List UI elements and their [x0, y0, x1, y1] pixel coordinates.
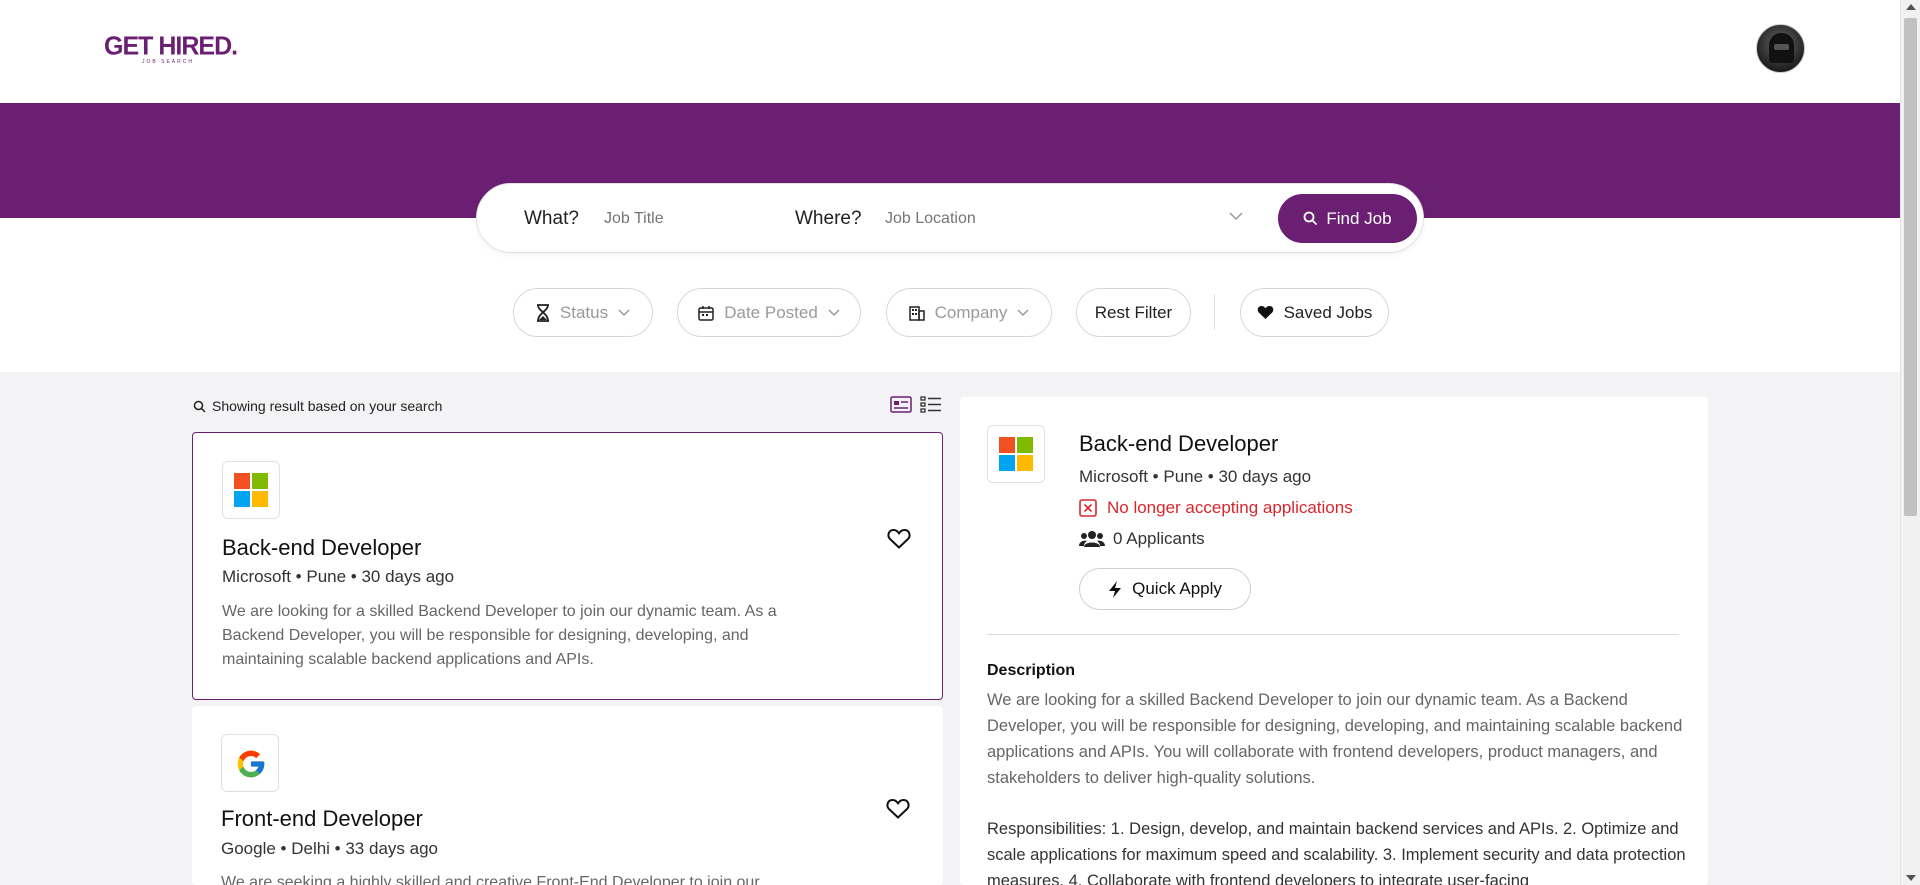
bolt-icon	[1109, 580, 1122, 598]
date-posted-filter-label: Date Posted	[724, 302, 818, 322]
hourglass-icon	[536, 303, 549, 322]
scroll-up-icon[interactable]	[1906, 4, 1916, 10]
job-card[interactable]: Back-end Developer Microsoft • Pune • 30…	[192, 432, 943, 700]
application-status-text: No longer accepting applications	[1107, 498, 1353, 517]
save-job-heart-icon[interactable]	[886, 798, 910, 825]
list-view-icon[interactable]	[920, 396, 942, 418]
job-title-input[interactable]	[604, 210, 764, 228]
scroll-down-icon[interactable]	[1906, 875, 1916, 881]
saved-jobs-button[interactable]: Saved Jobs	[1240, 288, 1389, 337]
job-meta: Google • Delhi • 33 days ago	[221, 839, 438, 858]
search-icon	[193, 400, 206, 413]
what-label: What?	[524, 208, 579, 229]
save-job-heart-icon[interactable]	[887, 528, 911, 555]
result-note-text: Showing result based on your search	[212, 398, 443, 414]
building-icon	[908, 305, 925, 321]
chevron-down-icon	[618, 308, 630, 316]
status-filter-label: Status	[559, 302, 609, 322]
job-description: We are looking for a skilled Backend Dev…	[222, 603, 777, 668]
job-title[interactable]: Back-end Developer	[222, 535, 421, 561]
avatar[interactable]	[1756, 24, 1805, 73]
status-filter[interactable]: Status	[513, 288, 653, 337]
job-description: We are seeking a highly skilled and crea…	[221, 874, 760, 885]
detail-divider	[987, 634, 1679, 635]
where-label: Where?	[795, 208, 862, 229]
brand-tagline: JOB SEARCH	[142, 59, 194, 65]
company-filter[interactable]: Company	[886, 288, 1052, 337]
microsoft-logo	[222, 461, 280, 519]
job-detail-panel: Back-end Developer Microsoft • Pune • 30…	[960, 397, 1708, 885]
application-status: No longer accepting applications	[1079, 498, 1353, 518]
google-logo	[221, 734, 279, 792]
brand-logo[interactable]: GET HIRED. JOB SEARCH	[104, 31, 238, 65]
close-box-icon	[1079, 499, 1097, 517]
description-text: We are looking for a skilled Backend Dev…	[987, 691, 1683, 787]
reset-filter-label: Rest Filter	[1094, 302, 1173, 322]
date-posted-filter[interactable]: Date Posted	[677, 288, 861, 337]
card-view-icon[interactable]	[890, 396, 912, 418]
microsoft-logo	[987, 425, 1045, 483]
detail-meta: Microsoft • Pune • 30 days ago	[1079, 467, 1312, 486]
reset-filter-button[interactable]: Rest Filter	[1076, 288, 1191, 337]
responsibilities-text: Responsibilities: 1. Design, develop, an…	[987, 820, 1686, 885]
filter-divider	[1214, 294, 1215, 330]
brand-name: GET HIRED.	[104, 31, 238, 61]
chevron-down-icon	[828, 308, 840, 316]
page-scrollbar[interactable]	[1900, 0, 1920, 885]
find-job-label: Find Job	[1326, 208, 1392, 228]
job-title[interactable]: Front-end Developer	[221, 806, 423, 832]
top-navbar: GET HIRED. JOB SEARCH	[0, 0, 1900, 103]
users-icon	[1079, 531, 1105, 547]
search-bar: What? Where? Find Job	[476, 183, 1424, 253]
applicants-text: 0 Applicants	[1113, 529, 1205, 548]
job-meta: Microsoft • Pune • 30 days ago	[222, 567, 455, 586]
chevron-down-icon	[1017, 308, 1029, 316]
job-card[interactable]: Front-end Developer Google • Delhi • 33 …	[192, 706, 943, 885]
saved-jobs-label: Saved Jobs	[1283, 302, 1373, 322]
chevron-down-icon[interactable]	[1229, 208, 1243, 224]
quick-apply-label: Quick Apply	[1132, 579, 1222, 598]
result-note: Showing result based on your search	[193, 398, 442, 414]
job-location-input[interactable]	[885, 210, 1215, 228]
search-icon	[1303, 211, 1318, 226]
applicants-count: 0 Applicants	[1079, 529, 1205, 549]
avatar-visor	[1774, 44, 1789, 50]
scrollbar-thumb[interactable]	[1904, 18, 1917, 516]
company-filter-label: Company	[934, 302, 1008, 322]
find-job-button[interactable]: Find Job	[1278, 194, 1417, 243]
detail-title: Back-end Developer	[1079, 431, 1279, 456]
heart-icon	[1257, 306, 1273, 319]
description-heading: Description	[987, 662, 1076, 679]
calendar-icon	[698, 305, 714, 321]
quick-apply-button[interactable]: Quick Apply	[1079, 568, 1251, 610]
